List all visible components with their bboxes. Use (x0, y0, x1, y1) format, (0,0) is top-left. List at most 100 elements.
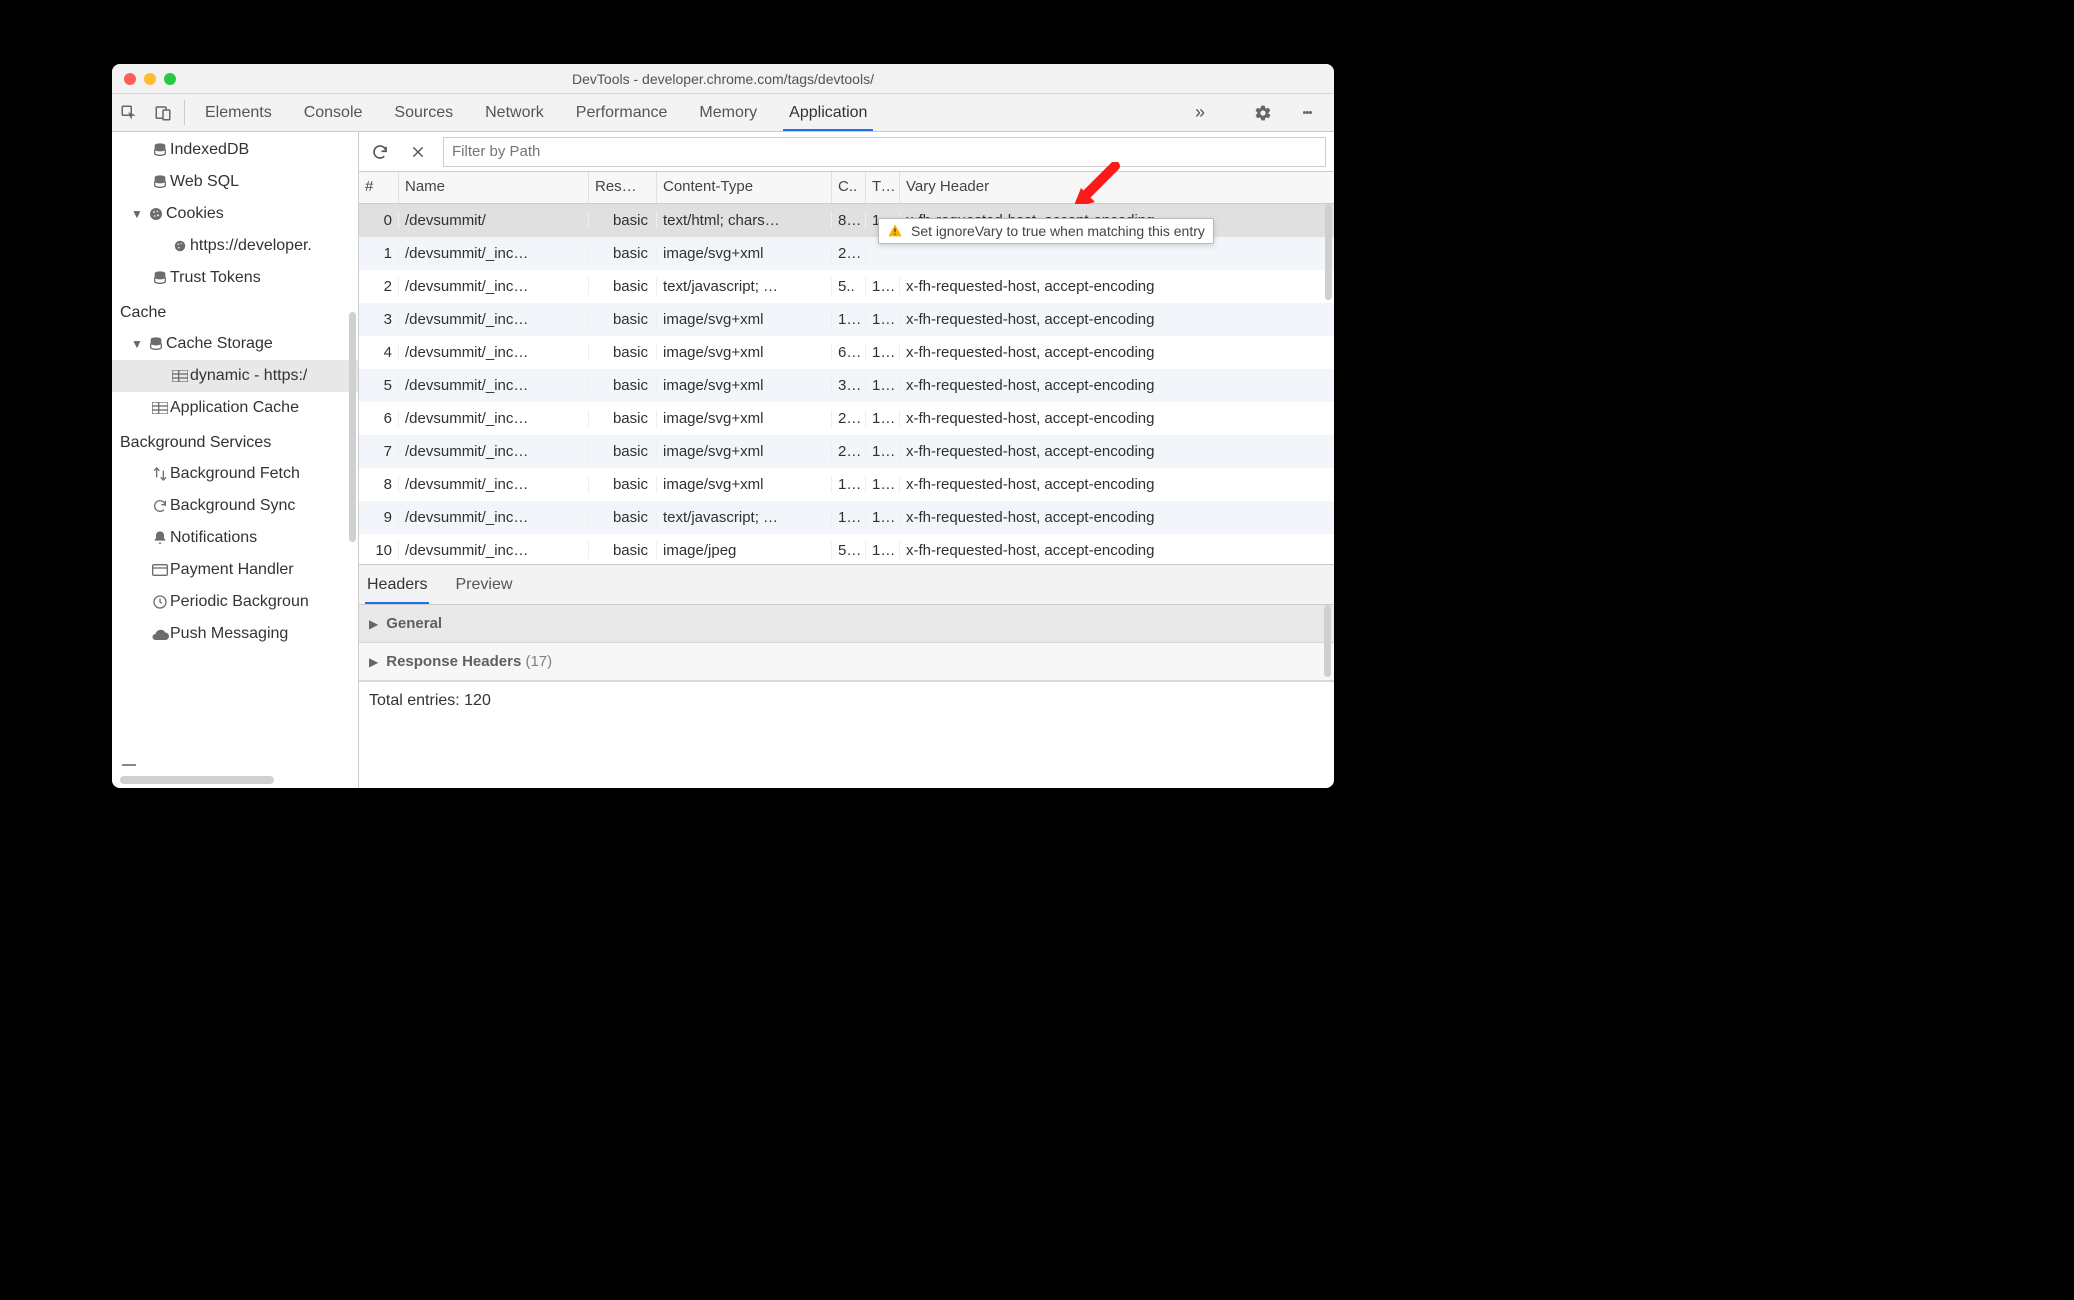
sidebar-item-notifications[interactable]: Notifications (112, 522, 358, 554)
table-row[interactable]: 8/devsummit/_inc…basicimage/svg+xml1…1…x… (359, 468, 1334, 501)
table-cell: 1… (832, 311, 866, 328)
sidebar-item-cache-storage[interactable]: ▼ Cache Storage (112, 328, 358, 360)
table-cell: text/javascript; … (657, 509, 832, 526)
table-row[interactable]: 4/devsummit/_inc…basicimage/svg+xml6…1…x… (359, 336, 1334, 369)
sidebar-item-indexeddb[interactable]: IndexedDB (112, 134, 358, 166)
table-cell: 6… (832, 344, 866, 361)
sidebar-item-label: Notifications (170, 529, 257, 547)
table-cell: 1… (866, 410, 900, 427)
sidebar-horizontal-scrollbar[interactable] (120, 776, 274, 784)
col-response[interactable]: Res… (589, 172, 657, 203)
table-cell: x-fh-requested-host, accept-encoding (900, 410, 1334, 427)
sidebar-item-cookies[interactable]: ▼ Cookies (112, 198, 358, 230)
tab-performance[interactable]: Performance (560, 94, 684, 131)
table-body: 0/devsummit/basictext/html; chars…8…1…x-… (359, 204, 1334, 564)
col-time-cached[interactable]: Ti… (866, 172, 900, 203)
tab-network[interactable]: Network (469, 94, 560, 131)
sidebar-item-label: dynamic - https:/ (190, 367, 307, 385)
table-row[interactable]: 5/devsummit/_inc…basicimage/svg+xml3…1…x… (359, 369, 1334, 402)
resize-handle-icon[interactable] (122, 764, 136, 766)
tab-sources[interactable]: Sources (378, 94, 469, 131)
section-label: General (386, 615, 442, 632)
cache-storage-panel: # Name Res… Content-Type C.. Ti… Vary He… (359, 132, 1334, 788)
more-tabs-button[interactable]: » (1183, 102, 1217, 123)
table-vertical-scrollbar[interactable] (1325, 204, 1332, 300)
section-response-headers[interactable]: ▶ Response Headers (17) (359, 643, 1334, 681)
sidebar-item-push-messaging[interactable]: Push Messaging (112, 618, 358, 650)
table-cell: 3 (359, 311, 399, 328)
table-cell: 10 (359, 542, 399, 559)
sidebar-item-trust-tokens[interactable]: Trust Tokens (112, 262, 358, 294)
table-cell: basic (589, 311, 657, 328)
table-cell: 4 (359, 344, 399, 361)
table-cell: /devsummit/_inc… (399, 344, 589, 361)
sidebar-item-periodic-bg-sync[interactable]: Periodic Backgroun (112, 586, 358, 618)
inspect-element-button[interactable] (112, 94, 146, 131)
database-icon (150, 142, 170, 158)
sidebar-item-cache-entry[interactable]: dynamic - https:/ (112, 360, 358, 392)
col-vary-header[interactable]: Vary Header (900, 172, 1334, 203)
sidebar-vertical-scrollbar[interactable] (349, 312, 356, 542)
sidebar-item-label: Periodic Backgroun (170, 593, 309, 611)
table-cell: basic (589, 410, 657, 427)
table-cell: 2 (359, 278, 399, 295)
col-content-length[interactable]: C.. (832, 172, 866, 203)
sidebar-item-bg-sync[interactable]: Background Sync (112, 490, 358, 522)
more-options-button[interactable] (1290, 109, 1324, 116)
table-cell: 2… (832, 443, 866, 460)
section-general[interactable]: ▶ General (359, 605, 1334, 643)
col-name[interactable]: Name (399, 172, 589, 203)
delete-selected-button[interactable] (405, 139, 431, 165)
refresh-button[interactable] (367, 139, 393, 165)
table-cell: image/svg+xml (657, 410, 832, 427)
tooltip-text: Set ignoreVary to true when matching thi… (911, 223, 1205, 239)
table-row[interactable]: 3/devsummit/_inc…basicimage/svg+xml1…1…x… (359, 303, 1334, 336)
tab-console[interactable]: Console (288, 94, 379, 131)
titlebar: DevTools - developer.chrome.com/tags/dev… (112, 64, 1334, 94)
table-cell: basic (589, 542, 657, 559)
table-cell: x-fh-requested-host, accept-encoding (900, 278, 1334, 295)
total-entries: Total entries: 120 (359, 681, 1334, 720)
tab-elements[interactable]: Elements (189, 94, 288, 131)
credit-card-icon (150, 564, 170, 576)
chevron-right-icon: ▶ (369, 655, 378, 669)
transfer-icon (150, 466, 170, 482)
table-cell: 1… (866, 278, 900, 295)
devtools-tabbar: Elements Console Sources Network Perform… (112, 94, 1334, 132)
sidebar-item-websql[interactable]: Web SQL (112, 166, 358, 198)
details-tab-preview[interactable]: Preview (455, 565, 512, 604)
details-tab-headers[interactable]: Headers (367, 565, 427, 604)
table-row[interactable]: 2/devsummit/_inc…basictext/javascript; …… (359, 270, 1334, 303)
window-title: DevTools - developer.chrome.com/tags/dev… (112, 71, 1334, 87)
col-content-type[interactable]: Content-Type (657, 172, 832, 203)
table-cell: image/svg+xml (657, 311, 832, 328)
table-cell: /devsummit/_inc… (399, 245, 589, 262)
sidebar-item-cookie-origin[interactable]: https://developer. (112, 230, 358, 262)
sync-icon (150, 498, 170, 514)
sidebar-item-label: Cache Storage (166, 335, 273, 353)
table-row[interactable]: 7/devsummit/_inc…basicimage/svg+xml2…1…x… (359, 435, 1334, 468)
details-vertical-scrollbar[interactable] (1324, 605, 1331, 677)
table-row[interactable]: 6/devsummit/_inc…basicimage/svg+xml2…1…x… (359, 402, 1334, 435)
device-toolbar-button[interactable] (146, 94, 180, 131)
settings-button[interactable] (1246, 104, 1280, 122)
tab-memory[interactable]: Memory (683, 94, 773, 131)
filter-path-input[interactable] (443, 137, 1326, 167)
table-cell: image/jpeg (657, 542, 832, 559)
tab-application[interactable]: Application (773, 94, 883, 131)
table-row[interactable]: 10/devsummit/_inc…basicimage/jpeg5…1…x-f… (359, 534, 1334, 564)
table-cell: x-fh-requested-host, accept-encoding (900, 476, 1334, 493)
table-cell: /devsummit/_inc… (399, 509, 589, 526)
table-header: # Name Res… Content-Type C.. Ti… Vary He… (359, 172, 1334, 204)
table-cell: 5… (832, 542, 866, 559)
panel-tabs: Elements Console Sources Network Perform… (189, 94, 1173, 131)
col-index[interactable]: # (359, 172, 399, 203)
table-cell: basic (589, 278, 657, 295)
table-row[interactable]: 9/devsummit/_inc…basictext/javascript; …… (359, 501, 1334, 534)
sidebar-item-bg-fetch[interactable]: Background Fetch (112, 458, 358, 490)
sidebar-item-payment-handler[interactable]: Payment Handler (112, 554, 358, 586)
sidebar-item-label: Background Fetch (170, 465, 300, 483)
table-cell: basic (589, 344, 657, 361)
sidebar-item-app-cache[interactable]: Application Cache (112, 392, 358, 424)
table-cell: 7 (359, 443, 399, 460)
